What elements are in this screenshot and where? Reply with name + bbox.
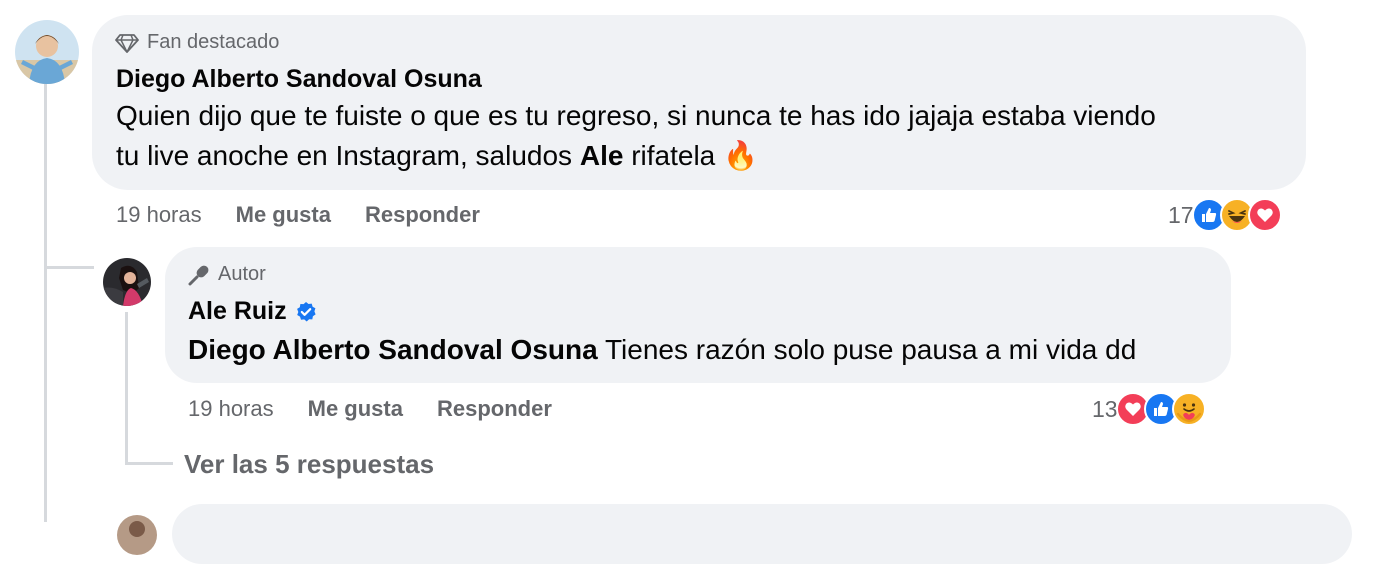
- top-fan-badge[interactable]: Fan destacado: [115, 31, 279, 54]
- comment-text-line1: Quien dijo que te fuiste o que es tu reg…: [116, 100, 1156, 131]
- comment-timestamp[interactable]: 19 horas: [116, 202, 202, 228]
- reply-button[interactable]: Responder: [365, 202, 480, 228]
- like-button[interactable]: Me gusta: [308, 396, 403, 422]
- reply-text: Diego Alberto Sandoval Osuna Tienes razó…: [188, 330, 1218, 370]
- microphone-icon: [188, 264, 210, 286]
- commenter-avatar[interactable]: [15, 20, 79, 84]
- comment-text-line2-end: rifatela: [631, 140, 716, 171]
- comment-text: Quien dijo que te fuiste o que es tu reg…: [116, 96, 1286, 176]
- comment-text-line2: tu live anoche en Instagram, saludos: [116, 140, 573, 171]
- next-comment-bubble: [172, 504, 1352, 564]
- reply-author-name[interactable]: Ale Ruiz: [188, 297, 317, 326]
- thread-line-main: [44, 84, 47, 522]
- reply-text-body: Tienes razón solo puse pausa a mi vida d…: [604, 334, 1137, 365]
- reaction-count[interactable]: 13: [1092, 396, 1118, 423]
- badge-label: Fan destacado: [147, 31, 280, 53]
- reply-actions: 19 horas Me gusta Responder: [188, 396, 552, 422]
- next-commenter-avatar[interactable]: [117, 515, 157, 555]
- reply-mention[interactable]: Diego Alberto Sandoval Osuna: [188, 334, 598, 365]
- love-icon: [1247, 198, 1282, 232]
- comment-author-name[interactable]: Diego Alberto Sandoval Osuna: [116, 65, 482, 94]
- reply-button[interactable]: Responder: [437, 396, 552, 422]
- reply-timestamp[interactable]: 19 horas: [188, 396, 274, 422]
- like-button[interactable]: Me gusta: [236, 202, 331, 228]
- thread-branch-reply: [44, 266, 94, 269]
- reply-author-avatar[interactable]: [103, 258, 151, 306]
- author-name-text[interactable]: Diego Alberto Sandoval Osuna: [116, 65, 482, 94]
- thread-branch-more: [125, 462, 173, 465]
- view-more-replies-link[interactable]: Ver las 5 respuestas: [184, 449, 434, 480]
- author-name-text[interactable]: Ale Ruiz: [188, 297, 287, 326]
- reply-reactions[interactable]: 13: [1092, 392, 1206, 426]
- verified-badge-icon: [295, 301, 317, 323]
- comment-reactions[interactable]: 17: [1168, 198, 1282, 232]
- care-icon: [1171, 392, 1206, 426]
- fire-emoji-icon: 🔥: [723, 140, 758, 171]
- badge-label: Autor: [218, 263, 266, 285]
- diamond-icon: [115, 33, 139, 53]
- comment-actions: 19 horas Me gusta Responder: [116, 202, 480, 228]
- thread-line-reply: [125, 312, 128, 462]
- author-badge[interactable]: Autor: [188, 263, 266, 286]
- comment-mention[interactable]: Ale: [580, 140, 624, 171]
- reaction-count[interactable]: 17: [1168, 202, 1194, 229]
